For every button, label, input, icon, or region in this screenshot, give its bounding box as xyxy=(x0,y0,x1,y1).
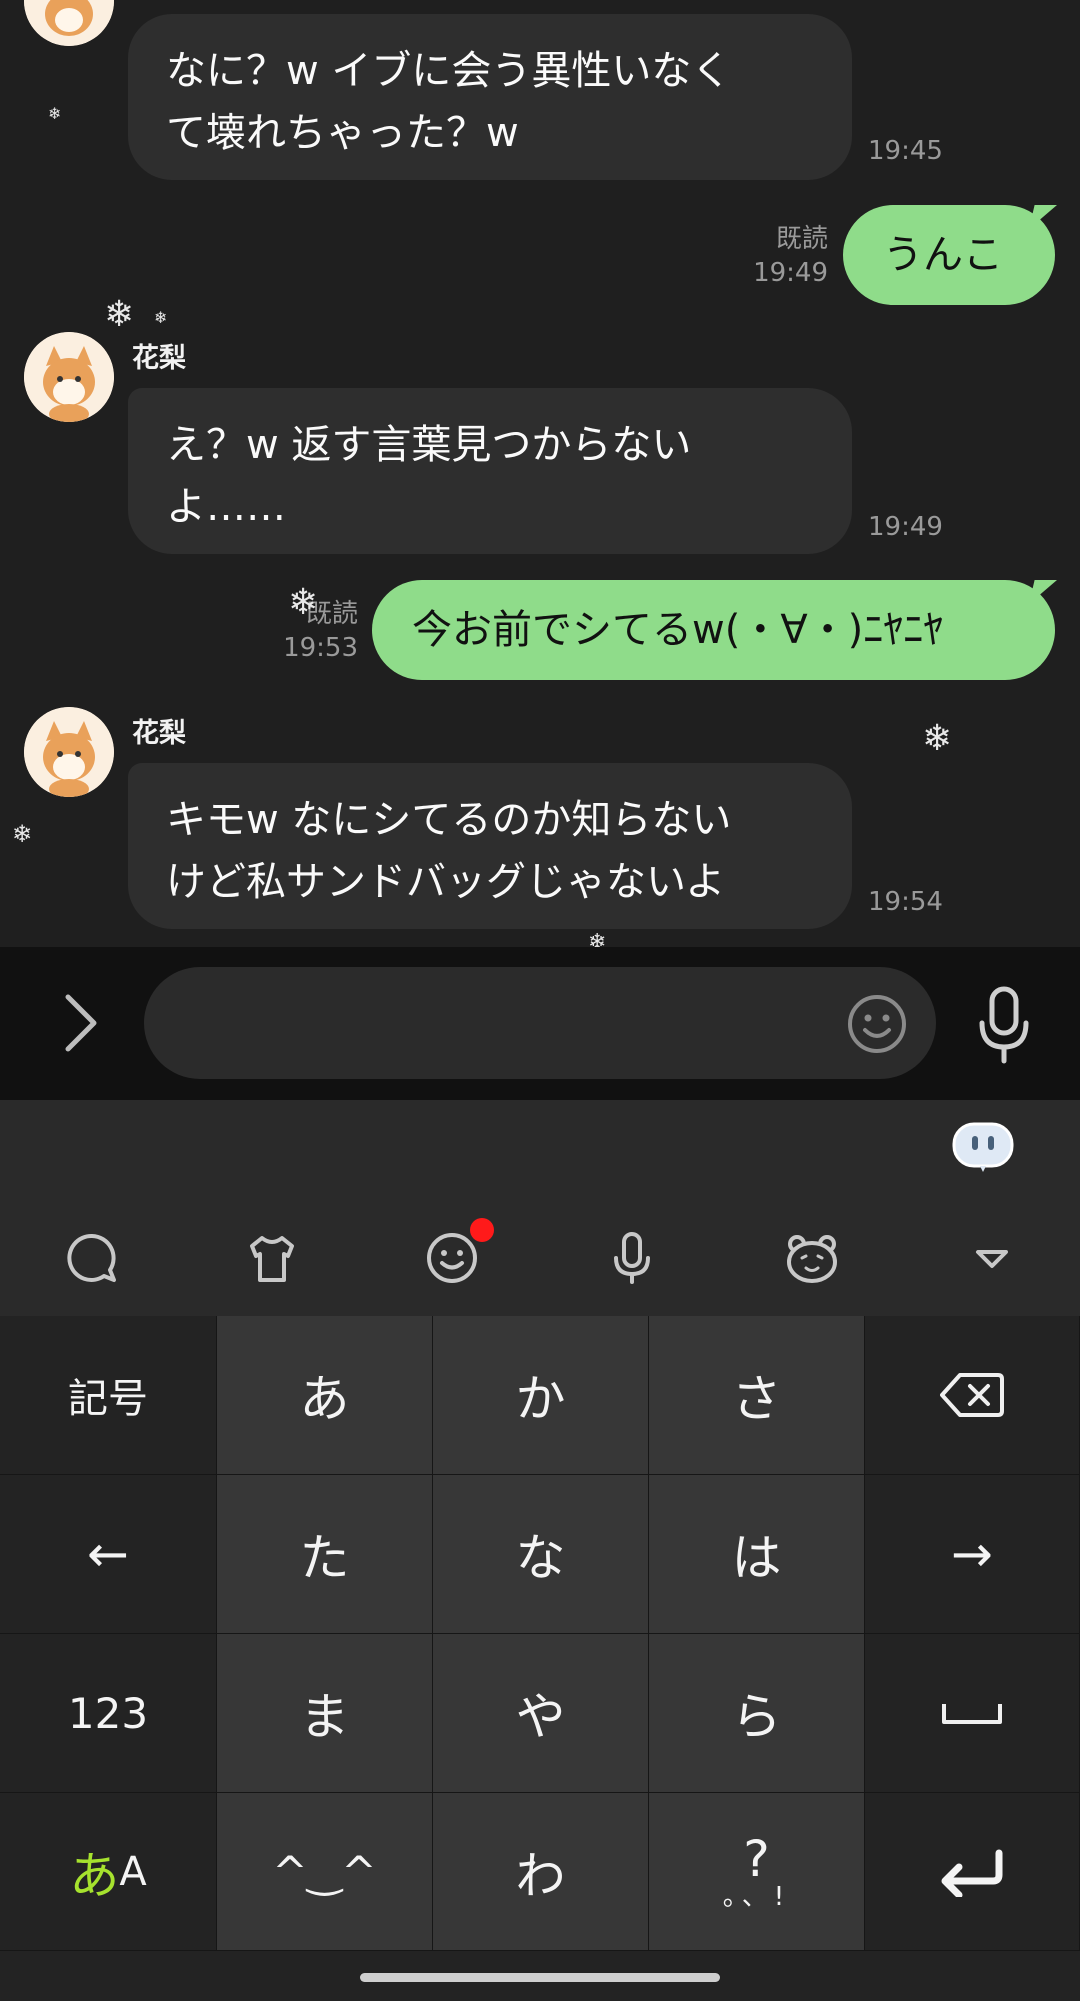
message-text: よ…… xyxy=(166,484,286,530)
space-key[interactable] xyxy=(865,1634,1080,1793)
bear-face-icon[interactable] xyxy=(784,1230,840,1286)
key-label: さ xyxy=(731,1370,782,1428)
snowflake-icon: ❄ xyxy=(588,930,607,947)
key-a[interactable]: あ xyxy=(217,1316,433,1475)
message-time: 19:53 xyxy=(283,633,358,663)
keyboard-toolbar xyxy=(0,1100,1080,1316)
key-ta[interactable]: た xyxy=(217,1475,433,1634)
key-label: や xyxy=(515,1688,566,1746)
chevron-right-icon[interactable] xyxy=(52,985,112,1061)
sender-name: 花梨 xyxy=(132,718,186,749)
backspace-key[interactable] xyxy=(865,1316,1080,1475)
snowflake-icon: ❄ xyxy=(48,104,62,123)
key-label: ら xyxy=(731,1688,782,1746)
enter-key[interactable] xyxy=(865,1793,1080,1951)
keyboard: 記号 あ か さ ← た な は → 123 ま や ら あA ^‿^ わ ? … xyxy=(0,1316,1080,1951)
message-bubble-outgoing[interactable]: 今お前でシてるw(・∀・)ﾆﾔﾆﾔ xyxy=(372,580,1055,680)
punct-main-label: ? xyxy=(743,1829,770,1888)
key-mode-switch[interactable]: あA xyxy=(0,1793,217,1951)
message-time: 19:49 xyxy=(868,512,943,542)
message-bubble-incoming[interactable]: なに？w イブに会う異性いなく て壊れちゃった？w xyxy=(128,14,852,180)
avatar[interactable] xyxy=(24,707,114,797)
key-label: → xyxy=(951,1525,993,1583)
smiley-icon[interactable] xyxy=(846,993,908,1055)
snowflake-icon: ❄ xyxy=(154,308,168,327)
message-text: キモw なにシてるのか知らない xyxy=(166,797,732,843)
message-bubble-outgoing[interactable]: うんこ xyxy=(843,205,1055,305)
message-bubble-incoming[interactable]: キモw なにシてるのか知らない けど私サンドバッグじゃないよ xyxy=(128,763,852,929)
key-label: た xyxy=(299,1529,350,1587)
enter-icon xyxy=(941,1849,1003,1897)
read-receipt: 既読 19:49 xyxy=(740,222,828,290)
punct-sub-label: 。、! xyxy=(722,1881,791,1912)
message-input-bar xyxy=(0,947,1080,1100)
key-left[interactable]: ← xyxy=(0,1475,217,1634)
key-label: ま xyxy=(299,1688,350,1746)
key-label: 記号 xyxy=(68,1376,148,1422)
message-text: けど私サンドバッグじゃないよ xyxy=(166,859,726,905)
key-numbers[interactable]: 123 xyxy=(0,1634,217,1793)
snowflake-icon: ❄ xyxy=(12,820,33,848)
mode-alpha-label: A xyxy=(119,1848,147,1895)
key-right[interactable]: → xyxy=(865,1475,1080,1634)
key-label: ← xyxy=(87,1525,129,1583)
message-text: え？w 返す言葉見つからない xyxy=(166,422,692,468)
key-kaomoji[interactable]: ^‿^ xyxy=(217,1793,433,1951)
key-label: わ xyxy=(515,1846,566,1905)
home-indicator[interactable] xyxy=(360,1973,720,1982)
key-label: あ xyxy=(299,1370,350,1428)
key-ha[interactable]: は xyxy=(649,1475,865,1634)
key-ya[interactable]: や xyxy=(433,1634,649,1793)
key-ka[interactable]: か xyxy=(433,1316,649,1475)
notification-badge xyxy=(470,1218,494,1242)
chat-area: なに？w イブに会う異性いなく て壊れちゃった？w 19:45 既読 19:49… xyxy=(0,0,1080,947)
assistant-bot-icon[interactable] xyxy=(952,1122,1014,1174)
key-punctuation[interactable]: ? 。、! xyxy=(649,1793,865,1951)
message-time: 19:54 xyxy=(868,887,943,917)
message-time: 19:49 xyxy=(753,258,828,288)
chat-bubble-icon[interactable] xyxy=(64,1230,120,1286)
backspace-icon xyxy=(940,1373,1004,1417)
key-wa[interactable]: わ xyxy=(433,1793,649,1951)
navigation-bar xyxy=(0,1951,1080,2001)
key-label: は xyxy=(731,1529,782,1587)
snowflake-icon: ❄ xyxy=(288,582,319,623)
snowflake-icon: ❄ xyxy=(922,718,953,759)
collapse-triangle-icon[interactable] xyxy=(964,1230,1020,1286)
microphone-icon[interactable] xyxy=(604,1230,660,1286)
key-ra[interactable]: ら xyxy=(649,1634,865,1793)
message-bubble-incoming[interactable]: え？w 返す言葉見つからない よ…… xyxy=(128,388,852,554)
key-label: 123 xyxy=(67,1688,149,1738)
space-icon xyxy=(942,1704,1002,1724)
mode-hira-label: あ xyxy=(69,1846,120,1905)
key-ma[interactable]: ま xyxy=(217,1634,433,1793)
message-text: て壊れちゃった？w xyxy=(166,110,519,156)
emoji-icon[interactable] xyxy=(424,1230,480,1286)
key-na[interactable]: な xyxy=(433,1475,649,1634)
key-label: ^‿^ xyxy=(272,1847,377,1896)
avatar[interactable] xyxy=(24,0,114,46)
message-input[interactable] xyxy=(144,967,936,1079)
message-text: なに？w イブに会う異性いなく xyxy=(166,48,732,94)
avatar[interactable] xyxy=(24,332,114,422)
sender-name: 花梨 xyxy=(132,343,186,374)
microphone-icon[interactable] xyxy=(972,985,1036,1065)
key-label: な xyxy=(515,1529,566,1587)
key-label: か xyxy=(515,1370,566,1428)
snowflake-icon: ❄ xyxy=(104,294,135,335)
key-symbols[interactable]: 記号 xyxy=(0,1316,217,1475)
tshirt-icon[interactable] xyxy=(244,1230,300,1286)
key-sa[interactable]: さ xyxy=(649,1316,865,1475)
message-time: 19:45 xyxy=(868,136,943,166)
read-label: 既読 xyxy=(775,224,828,254)
